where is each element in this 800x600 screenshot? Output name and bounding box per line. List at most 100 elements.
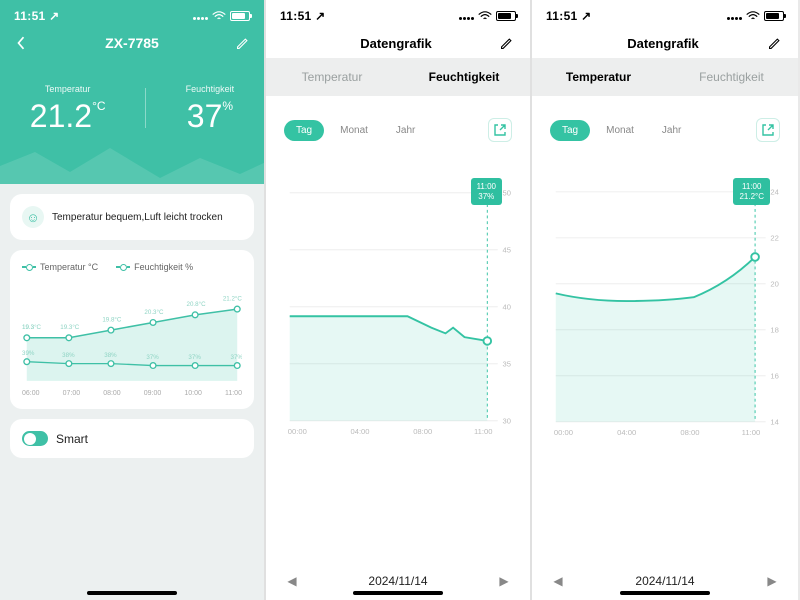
temperature-chart-card: Tag Monat Jahr 11:00 21.2°C (542, 108, 788, 458)
tab-temperature[interactable]: Temperatur (532, 58, 665, 96)
humidity-line-chart[interactable]: 11:00 37% 50 45 40 35 30 (284, 152, 512, 452)
chart-tooltip: 11:00 21.2°C (733, 178, 770, 205)
legend-temp: Temperatur °C (22, 262, 98, 272)
svg-text:19.3°C: 19.3°C (22, 324, 42, 331)
svg-text:38%: 38% (104, 352, 117, 359)
device-title: ZX-7785 (30, 35, 234, 51)
edit-button[interactable] (766, 34, 784, 52)
comfort-text: Temperatur bequem,Luft leicht trocken (52, 212, 223, 223)
date-next[interactable]: ▶ (496, 574, 512, 588)
cellular-icon (458, 9, 474, 23)
home-indicator[interactable] (87, 591, 177, 595)
svg-text:50: 50 (503, 189, 511, 198)
svg-text:04:00: 04:00 (351, 427, 370, 436)
tab-humidity[interactable]: Feuchtigkeit (398, 58, 530, 96)
tab-humidity[interactable]: Feuchtigkeit (665, 58, 798, 96)
cellular-icon (192, 9, 208, 23)
svg-text:37%: 37% (146, 354, 159, 361)
comfort-card[interactable]: ☺ Temperatur bequem,Luft leicht trocken (10, 194, 254, 240)
wifi-icon (746, 11, 760, 21)
temperature-unit: °C (92, 99, 105, 113)
svg-text:37%: 37% (231, 354, 242, 361)
svg-text:19.3°C: 19.3°C (60, 324, 80, 331)
smart-card[interactable]: Smart (10, 419, 254, 458)
status-time: 11:51 (14, 9, 46, 23)
range-month[interactable]: Monat (328, 120, 380, 141)
svg-text:45: 45 (503, 246, 511, 255)
svg-text:18: 18 (770, 326, 779, 335)
svg-text:38%: 38% (62, 352, 75, 359)
edit-button[interactable] (234, 34, 252, 52)
svg-text:30: 30 (503, 417, 511, 426)
svg-text:14: 14 (770, 418, 779, 427)
smart-label: Smart (56, 432, 88, 446)
temperature-value: 21.2 (30, 98, 92, 134)
svg-text:22: 22 (770, 234, 779, 243)
status-bar: 11:51 ↗ (532, 0, 798, 28)
svg-text:20.8°C: 20.8°C (187, 301, 207, 308)
battery-icon (230, 11, 250, 21)
humidity-value: 37 (187, 98, 223, 134)
tab-temperature[interactable]: Temperatur (266, 58, 398, 96)
home-indicator[interactable] (353, 591, 443, 595)
svg-text:39%: 39% (22, 350, 35, 357)
date-next[interactable]: ▶ (764, 574, 780, 588)
date-value[interactable]: 2024/11/14 (368, 574, 427, 588)
screen-overview: 11:51 ↗ ZX-7785 Temperatur 21.2°C (0, 0, 266, 600)
range-year[interactable]: Jahr (650, 120, 693, 141)
date-prev[interactable]: ◀ (550, 574, 566, 588)
svg-text:04:00: 04:00 (617, 428, 636, 437)
svg-text:37%: 37% (188, 354, 201, 361)
temperature-label: Temperatur (30, 84, 106, 94)
svg-text:00:00: 00:00 (554, 428, 573, 437)
temperature-tile: Temperatur 21.2°C (30, 84, 106, 132)
svg-text:00:00: 00:00 (288, 427, 307, 436)
home-indicator[interactable] (620, 591, 710, 595)
cellular-icon (726, 9, 742, 23)
back-button[interactable] (12, 34, 30, 52)
date-prev[interactable]: ◀ (284, 574, 300, 588)
overview-chart: 19.319.3°C 19.3°C 19.8°C 20.3°C 20.8°C 2… (22, 278, 242, 388)
range-day[interactable]: Tag (284, 120, 324, 141)
wifi-icon (212, 11, 226, 21)
svg-text:16: 16 (770, 372, 779, 381)
export-button[interactable] (488, 118, 512, 142)
range-month[interactable]: Monat (594, 120, 646, 141)
humidity-tile: Feuchtigkeit 37% (186, 84, 235, 132)
battery-icon (764, 11, 784, 21)
date-value[interactable]: 2024/11/14 (635, 574, 694, 588)
svg-text:11:00: 11:00 (742, 428, 761, 437)
screen-humidity-chart: 11:51 ↗ Datengrafik Temperatur Feuchtigk… (266, 0, 532, 600)
svg-text:21.2°C: 21.2°C (223, 295, 242, 302)
mountain-decoration (0, 144, 266, 184)
battery-icon (496, 11, 516, 21)
wifi-icon (478, 11, 492, 21)
legend-hum: Feuchtigkeit % (116, 262, 193, 272)
range-year[interactable]: Jahr (384, 120, 427, 141)
humidity-unit: % (222, 99, 233, 113)
chart-tooltip: 11:00 37% (471, 178, 502, 205)
svg-text:24: 24 (770, 188, 779, 197)
edit-button[interactable] (498, 34, 516, 52)
page-title: Datengrafik (294, 36, 498, 51)
location-arrow-icon: ↗ (49, 9, 59, 23)
svg-text:11:00: 11:00 (474, 427, 492, 436)
face-icon: ☺ (22, 206, 44, 228)
metric-tabs: Temperatur Feuchtigkeit (532, 58, 798, 96)
humidity-label: Feuchtigkeit (186, 84, 235, 94)
svg-text:35: 35 (503, 360, 511, 369)
page-title: Datengrafik (560, 36, 766, 51)
metric-divider (145, 88, 146, 128)
status-bar: 11:51 ↗ (0, 0, 264, 28)
svg-text:19.8°C: 19.8°C (102, 317, 122, 324)
export-button[interactable] (756, 118, 780, 142)
humidity-chart-card: Tag Monat Jahr 11:00 37% 50 (276, 108, 520, 458)
screen-temperature-chart: 11:51 ↗ Datengrafik Temperatur Feuchtigk… (532, 0, 798, 600)
overview-chart-card[interactable]: Temperatur °C Feuchtigkeit % 19.319.3°C … (10, 250, 254, 409)
smart-toggle[interactable] (22, 431, 48, 446)
metric-tabs: Temperatur Feuchtigkeit (266, 58, 530, 96)
status-bar: 11:51 ↗ (266, 0, 530, 28)
range-day[interactable]: Tag (550, 120, 590, 141)
svg-text:20.3°C: 20.3°C (144, 309, 164, 316)
temperature-line-chart[interactable]: 11:00 21.2°C 24 22 20 18 16 14 (550, 152, 780, 452)
